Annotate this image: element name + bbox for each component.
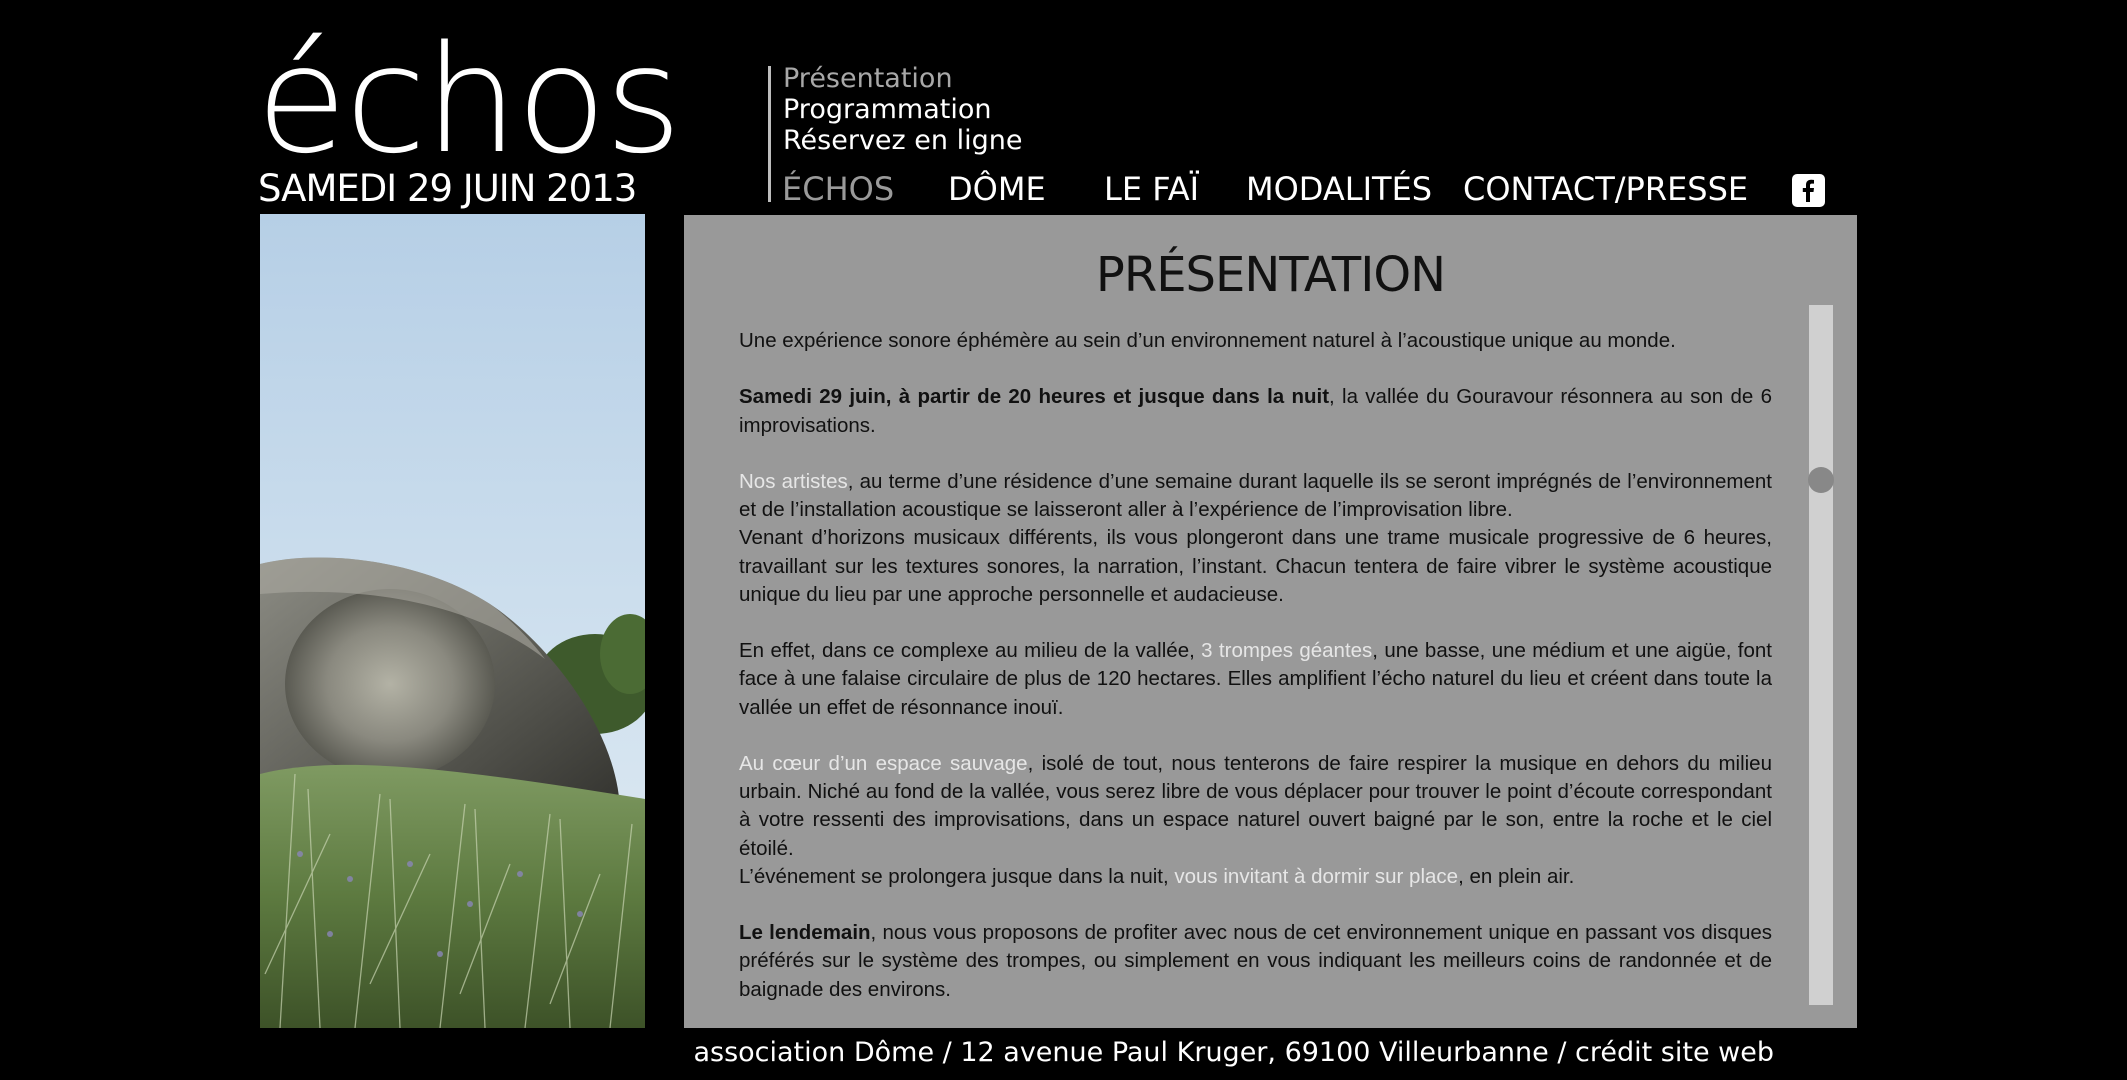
nav-item-contact-presse[interactable]: CONTACT/PRESSE — [1463, 166, 1748, 212]
site-logo[interactable]: échos — [256, 26, 682, 174]
subnav-item-programmation[interactable]: Programmation — [783, 94, 1083, 125]
paragraph-espace: Au cœur d’un espace sauvage, isolé de to… — [739, 750, 1772, 891]
trompes-text-start: En effet, dans ce complexe au milieu de … — [739, 639, 1202, 663]
footer: association Dôme / 12 avenue Paul Kruger… — [684, 1036, 1774, 1070]
intro-text: Une expérience sonore éphémère au sein d… — [739, 329, 1676, 352]
subnav-item-reservez[interactable]: Réservez en ligne — [783, 125, 1083, 156]
artists-link[interactable]: Nos artistes — [739, 470, 848, 493]
espace-second-start: L’événement se prolongera jusque dans la… — [739, 864, 1175, 888]
page: échos SAMEDI 29 JUIN 2013 Présentation P… — [0, 0, 2127, 1080]
secondary-nav: Présentation Programmation Réservez en l… — [783, 63, 1083, 156]
espace-sauvage-link[interactable]: Au cœur d’un espace sauvage — [739, 752, 1028, 775]
scrollbar-track[interactable] — [1809, 305, 1833, 1005]
dome-photo — [260, 214, 645, 1028]
paragraph-date: Samedi 29 juin, à partir de 20 heures et… — [739, 383, 1772, 439]
facebook-icon[interactable] — [1792, 174, 1825, 207]
content-panel: PRÉSENTATION Une expérience sonore éphém… — [684, 215, 1857, 1028]
nav-item-echos[interactable]: ÉCHOS — [782, 166, 894, 212]
dome-landscape-image — [260, 214, 645, 1028]
lendemain-text: , nous vous proposons de profiter avec n… — [739, 921, 1772, 1001]
trompes-link[interactable]: 3 trompes géantes — [1201, 639, 1372, 662]
paragraph-trompes: En effet, dans ce complexe au milieu de … — [739, 637, 1772, 722]
espace-second-end: , en plein air. — [1458, 864, 1575, 888]
scrollbar-thumb[interactable] — [1808, 467, 1834, 493]
nav-item-modalites[interactable]: MODALITÉS — [1246, 166, 1432, 212]
page-title: PRÉSENTATION — [1095, 247, 1446, 303]
subnav-item-presentation[interactable]: Présentation — [783, 63, 1083, 94]
paragraph-intro: Une expérience sonore éphémère au sein d… — [739, 327, 1772, 355]
article-text: Une expérience sonore éphémère au sein d… — [739, 327, 1772, 1032]
artists-text-second: Venant d’horizons musicaux différents, i… — [739, 526, 1772, 606]
credit-link[interactable]: crédit site web — [1575, 1037, 1774, 1068]
footer-address: association Dôme / 12 avenue Paul Kruger… — [693, 1037, 1576, 1068]
paragraph-artists: Nos artistes, au terme d’une résidence d… — [739, 468, 1772, 609]
nav-item-dome[interactable]: DÔME — [948, 166, 1046, 212]
date-highlight: Samedi 29 juin, à partir de 20 heures et… — [739, 385, 1330, 409]
facebook-glyph — [1802, 179, 1814, 202]
artists-text: , au terme d’une résidence d’une semaine… — [739, 469, 1772, 522]
lendemain-highlight: Le lendemain — [739, 921, 871, 945]
dormir-sur-place-link[interactable]: vous invitant à dormir sur place — [1174, 865, 1458, 888]
nav-item-le-fai[interactable]: LE FAÏ — [1104, 166, 1199, 212]
paragraph-lendemain: Le lendemain, nous vous proposons de pro… — [739, 919, 1772, 1004]
